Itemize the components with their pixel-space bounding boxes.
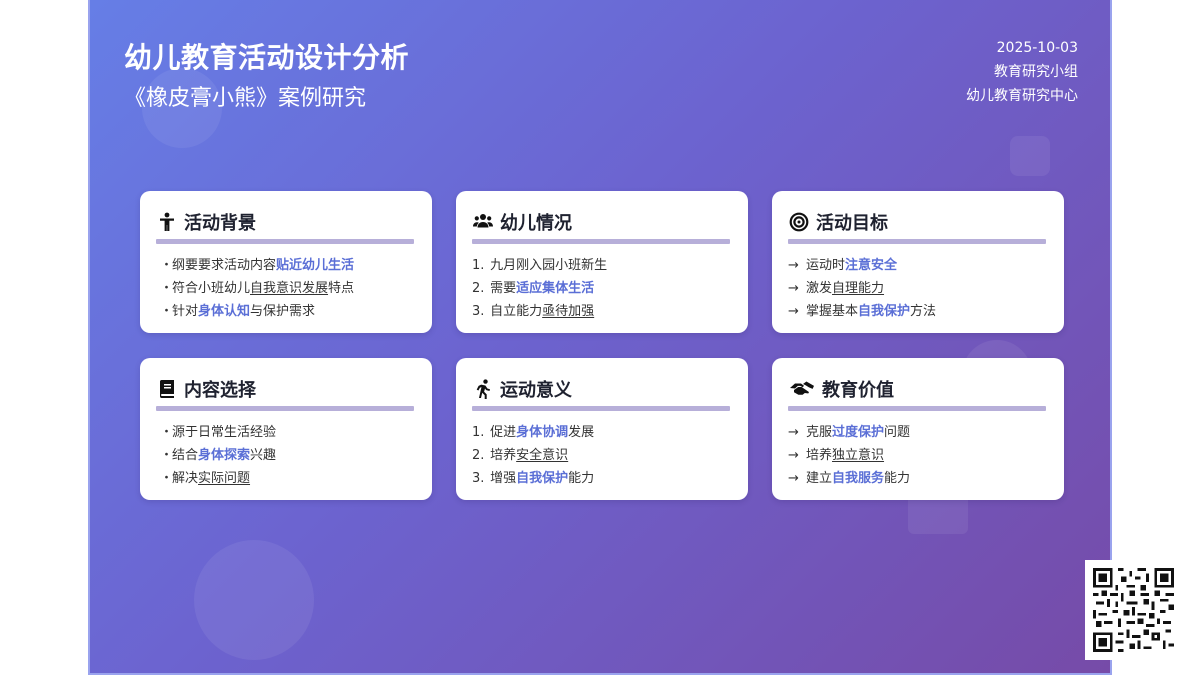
running-icon bbox=[472, 378, 494, 400]
card-divider bbox=[788, 406, 1046, 411]
card-list: → 运动时 注意安全 → 激发 自理能力 → 掌握基本 自我保护 方法 bbox=[788, 254, 1048, 323]
list-item: 1. 九月刚入园小班新生 bbox=[472, 258, 608, 273]
list-item: ・针对 身体认知 与保护需求 bbox=[160, 304, 316, 319]
users-icon bbox=[472, 211, 494, 233]
list-item: → 克服 过度保护 问题 bbox=[788, 425, 911, 440]
card-children-situation: 幼儿情况 1. 九月刚入园小班新生 2. 需要 适应集体生活 3. 自立能力 亟待加… bbox=[456, 191, 748, 333]
card-list: 1. 九月刚入园小班新生 2. 需要 适应集体生活 3. 自立能力 亟待加强 bbox=[472, 254, 732, 323]
list-item: 2. 培养 安全意识 bbox=[472, 448, 569, 463]
list-item: ・符合小班幼儿 自我意识发展 特点 bbox=[160, 281, 355, 296]
card-title: 教育价值 bbox=[822, 380, 894, 401]
list-item: ・结合 身体探索 兴趣 bbox=[160, 448, 277, 463]
card-divider bbox=[156, 239, 414, 244]
list-item: ・解决 实际问题 bbox=[160, 471, 251, 486]
card-educational-value: 教育价值 → 克服 过度保护 问题 → 培养 独立意识 → 建立 自我服务 能力 bbox=[772, 358, 1064, 500]
list-item: ・纲要要求活动内容 贴近幼儿生活 bbox=[160, 258, 355, 273]
decor-circle bbox=[194, 540, 314, 660]
target-icon bbox=[788, 211, 810, 233]
card-divider bbox=[788, 239, 1046, 244]
card-content-selection: 内容选择 ・源于日常生活经验 ・结合 身体探索 兴趣 ・解决 实际问题 bbox=[140, 358, 432, 500]
card-header: 幼儿情况 bbox=[472, 209, 732, 235]
page-subtitle: 《橡皮膏小熊》案例研究 bbox=[124, 86, 367, 111]
list-item: 1. 促进 身体协调 发展 bbox=[472, 425, 595, 440]
decor-square bbox=[908, 494, 968, 534]
card-title: 幼儿情况 bbox=[500, 213, 572, 234]
list-item: → 掌握基本 自我保护 方法 bbox=[788, 304, 937, 319]
list-item: → 培养 独立意识 bbox=[788, 448, 885, 463]
card-activity-background: 活动背景 ・纲要要求活动内容 贴近幼儿生活 ・符合小班幼儿 自我意识发展 特点 ・针对… bbox=[140, 191, 432, 333]
card-header: 活动目标 bbox=[788, 209, 1048, 235]
child-icon bbox=[156, 211, 178, 233]
card-header: 运动意义 bbox=[472, 376, 732, 402]
card-list: ・纲要要求活动内容 贴近幼儿生活 ・符合小班幼儿 自我意识发展 特点 ・针对 身体认知与… bbox=[156, 254, 416, 323]
card-activity-goals: 活动目标 → 运动时 注意安全 → 激发 自理能力 → 掌握基本 自我保护 方法 bbox=[772, 191, 1064, 333]
card-divider bbox=[472, 239, 730, 244]
card-title: 内容选择 bbox=[184, 380, 256, 401]
qr-code-icon[interactable] bbox=[1085, 560, 1182, 660]
org-label: 幼儿教育研究中心 bbox=[966, 88, 1078, 104]
card-title: 运动意义 bbox=[500, 380, 572, 401]
slide: 幼儿教育活动设计分析 《橡皮膏小熊》案例研究 2025-10-03 教育研究小组… bbox=[88, 0, 1112, 675]
team-label: 教育研究小组 bbox=[994, 64, 1078, 80]
list-item: 3. 自立能力 亟待加强 bbox=[472, 304, 595, 319]
card-header: 教育价值 bbox=[788, 376, 1048, 402]
card-list: 1. 促进 身体协调 发展 2. 培养 安全意识 3. 增强 自我保护 能力 bbox=[472, 421, 732, 490]
card-list: ・源于日常生活经验 ・结合 身体探索 兴趣 ・解决 实际问题 bbox=[156, 421, 416, 490]
card-title: 活动目标 bbox=[816, 213, 888, 234]
date-label: 2025-10-03 bbox=[996, 40, 1078, 56]
card-divider bbox=[472, 406, 730, 411]
list-item: 2. 需要 适应集体生活 bbox=[472, 281, 595, 296]
book-icon bbox=[156, 378, 178, 400]
page-title: 幼儿教育活动设计分析 bbox=[124, 41, 410, 74]
list-item: → 建立 自我服务 能力 bbox=[788, 471, 911, 486]
decor-square bbox=[1010, 136, 1050, 176]
header-meta: 2025-10-03 教育研究小组 幼儿教育研究中心 bbox=[966, 36, 1078, 108]
qr-code-graphic bbox=[1093, 568, 1174, 652]
card-list: → 克服 过度保护 问题 → 培养 独立意识 → 建立 自我服务 能力 bbox=[788, 421, 1048, 490]
hands-icon bbox=[788, 378, 816, 400]
list-item: 3. 增强 自我保护 能力 bbox=[472, 471, 595, 486]
list-item: → 运动时 注意安全 bbox=[788, 258, 898, 273]
card-exercise-significance: 运动意义 1. 促进 身体协调 发展 2. 培养 安全意识 3. 增强 自我保护 能力 bbox=[456, 358, 748, 500]
card-header: 活动背景 bbox=[156, 209, 416, 235]
list-item: → 激发 自理能力 bbox=[788, 281, 885, 296]
card-header: 内容选择 bbox=[156, 376, 416, 402]
list-item: ・源于日常生活经验 bbox=[160, 425, 277, 440]
card-divider bbox=[156, 406, 414, 411]
card-title: 活动背景 bbox=[184, 213, 256, 234]
